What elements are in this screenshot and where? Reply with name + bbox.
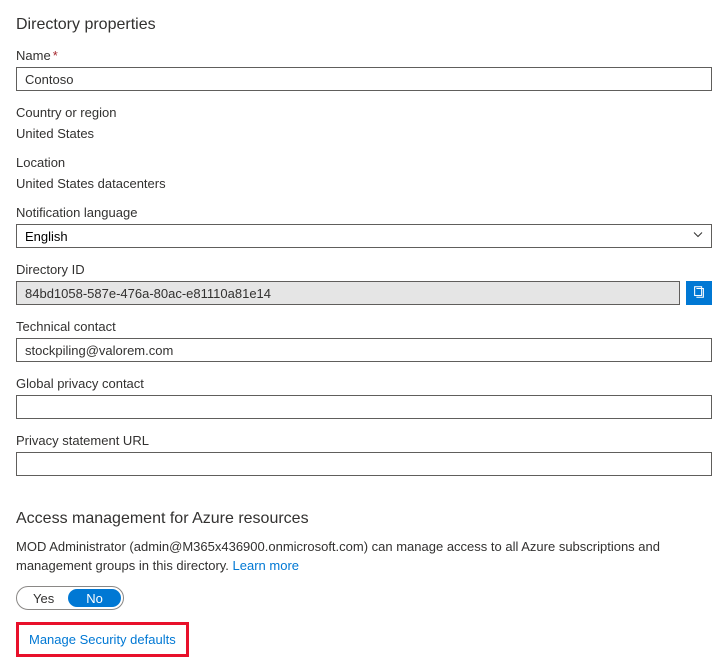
name-input[interactable] [16,67,712,91]
privacy-statement-url-input[interactable] [16,452,712,476]
access-toggle[interactable]: Yes No [16,586,124,610]
directory-id-label: Directory ID [16,262,712,277]
manage-security-defaults-highlight: Manage Security defaults [16,622,189,657]
copy-icon [692,285,706,302]
notification-language-select[interactable]: English [16,224,712,248]
access-management-description: MOD Administrator (admin@M365x436900.onm… [16,538,712,576]
toggle-yes[interactable]: Yes [19,589,68,607]
global-privacy-contact-label: Global privacy contact [16,376,712,391]
name-label: Name* [16,48,712,63]
copy-button[interactable] [686,281,712,305]
country-value: United States [16,124,712,141]
country-label: Country or region [16,105,712,120]
global-privacy-contact-input[interactable] [16,395,712,419]
directory-id-input[interactable] [16,281,680,305]
notification-language-label: Notification language [16,205,712,220]
directory-properties-title: Directory properties [16,16,712,34]
notification-language-field: Notification language English [16,205,712,248]
directory-id-field: Directory ID [16,262,712,305]
privacy-statement-url-label: Privacy statement URL [16,433,712,448]
location-value: United States datacenters [16,174,712,191]
technical-contact-field: Technical contact [16,319,712,362]
location-field: Location United States datacenters [16,155,712,191]
technical-contact-label: Technical contact [16,319,712,334]
access-management-title: Access management for Azure resources [16,510,712,528]
country-field: Country or region United States [16,105,712,141]
technical-contact-input[interactable] [16,338,712,362]
location-label: Location [16,155,712,170]
required-asterisk: * [53,48,58,63]
learn-more-link[interactable]: Learn more [233,558,299,573]
manage-security-defaults-link[interactable]: Manage Security defaults [29,632,176,647]
toggle-no[interactable]: No [68,589,121,607]
name-field: Name* [16,48,712,91]
global-privacy-contact-field: Global privacy contact [16,376,712,419]
privacy-statement-url-field: Privacy statement URL [16,433,712,476]
